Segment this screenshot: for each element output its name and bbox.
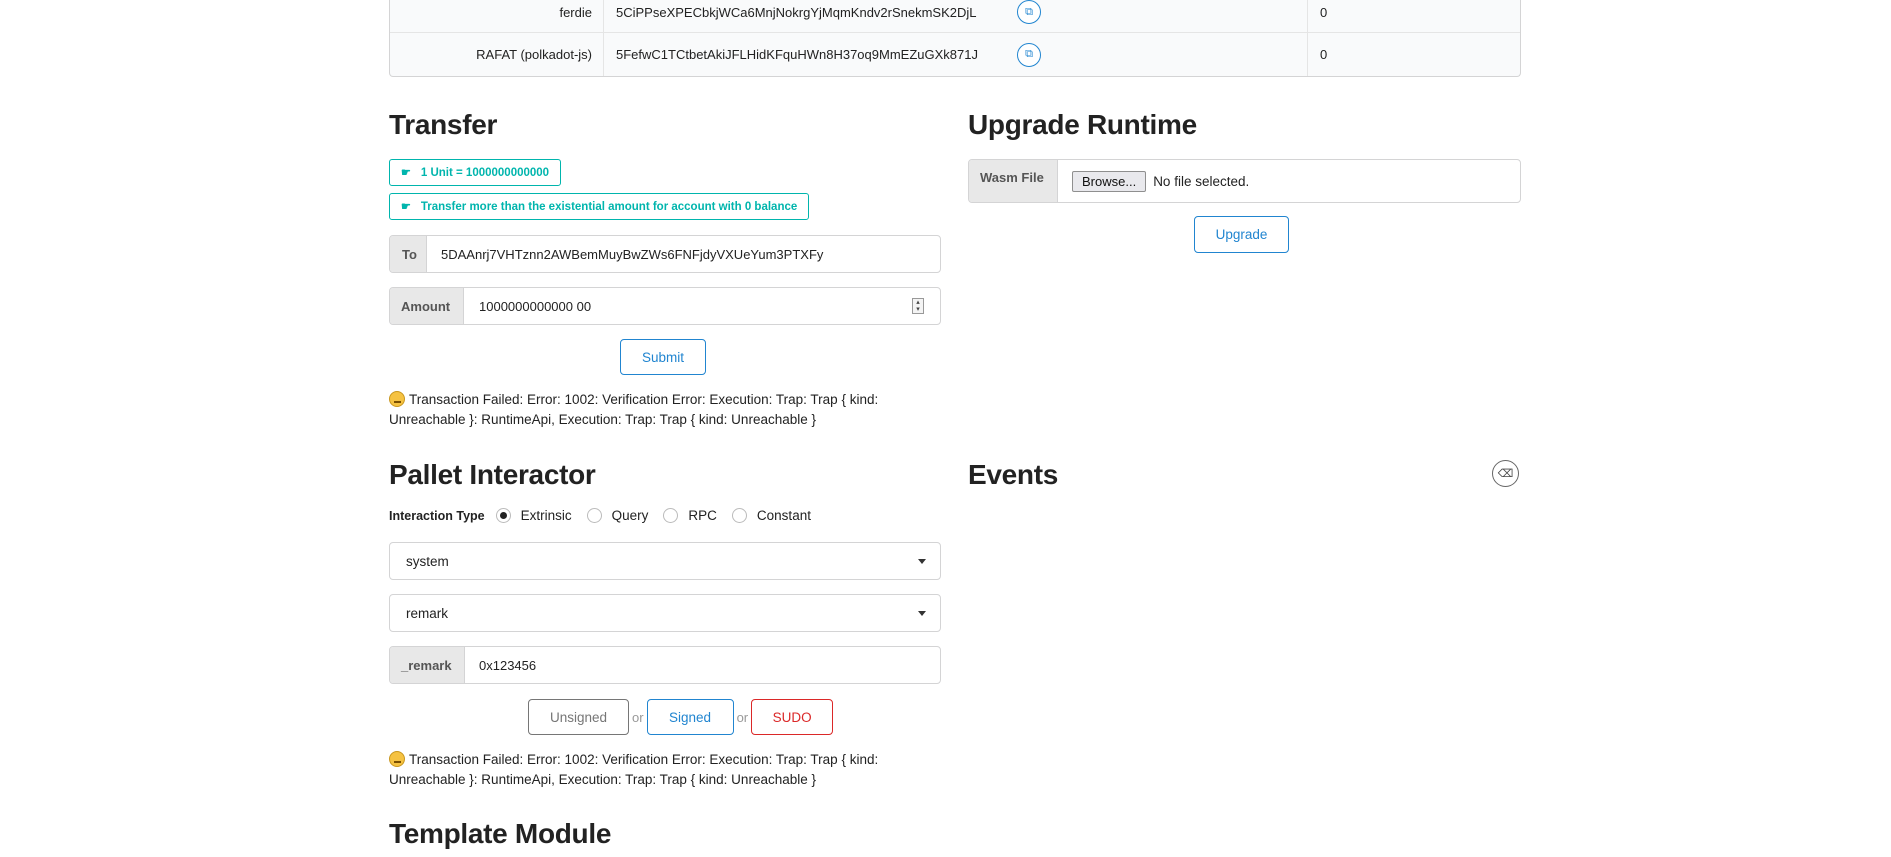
- radio-unchecked-icon[interactable]: [586, 508, 602, 523]
- amount-field[interactable]: Amount 1000000000000 00 ▴ ▾: [389, 287, 941, 325]
- submit-button[interactable]: Submit: [620, 339, 706, 375]
- radio-rpc[interactable]: RPC: [663, 508, 717, 523]
- transfer-title: Transfer: [389, 109, 498, 140]
- callable-dropdown[interactable]: remark: [389, 594, 941, 632]
- copy-icon[interactable]: ⧉: [1017, 0, 1041, 24]
- remark-param-label: _remark: [390, 647, 465, 683]
- transaction-buttons: Unsigned or Signed or SUDO: [528, 699, 834, 735]
- radio-unchecked-icon[interactable]: [731, 508, 747, 523]
- to-input[interactable]: 5DAAnrj7VHTznn2AWBemMuyBwZWs6FNFjdyVXUeY…: [427, 236, 940, 272]
- or-separator: or: [736, 709, 749, 725]
- account-balance: 0: [1320, 47, 1328, 62]
- pallet-status: Transaction Failed: Error: 1002: Verific…: [389, 750, 949, 790]
- amount-label: Amount: [390, 288, 464, 324]
- table-row: ferdie 5CiPPseXPECbkjWCa6MnjNokrgYjMqmKn…: [390, 0, 1520, 32]
- radio-extrinsic[interactable]: Extrinsic: [495, 508, 572, 523]
- radio-constant[interactable]: Constant: [731, 508, 811, 523]
- radio-checked-icon[interactable]: [495, 508, 511, 523]
- template-module-title: Template Module: [389, 818, 612, 849]
- eraser-icon[interactable]: ⌫: [1492, 460, 1519, 487]
- account-address-cell: 5CiPPseXPECbkjWCa6MnjNokrgYjMqmKndv2rSne…: [604, 0, 1308, 32]
- pallet-status-text: Transaction Failed: Error: 1002: Verific…: [389, 752, 879, 787]
- radio-query[interactable]: Query: [586, 508, 648, 523]
- account-name: ferdie: [390, 0, 604, 32]
- unit-info-text: 1 Unit = 1000000000000: [420, 166, 550, 179]
- amount-input[interactable]: 1000000000000 00: [464, 288, 912, 324]
- events-title: Events: [968, 459, 1059, 490]
- caret-down-icon: [918, 610, 926, 616]
- to-label: To: [390, 236, 427, 272]
- number-stepper-icon[interactable]: ▴ ▾: [912, 298, 924, 314]
- transfer-status: Transaction Failed: Error: 1002: Verific…: [389, 390, 949, 430]
- account-address: 5CiPPseXPECbkjWCa6MnjNokrgYjMqmKndv2rSne…: [616, 4, 977, 20]
- interaction-type-label: Interaction Type: [389, 508, 485, 523]
- hand-point-right-icon: ☛: [401, 167, 411, 179]
- account-balance: 0: [1320, 4, 1328, 20]
- existential-info-text: Transfer more than the existential amoun…: [420, 200, 798, 213]
- unsigned-button[interactable]: Unsigned: [528, 699, 629, 735]
- to-field[interactable]: To 5DAAnrj7VHTznn2AWBemMuyBwZWs6FNFjdyVX…: [389, 235, 941, 273]
- callable-dropdown-value: remark: [406, 605, 449, 621]
- account-address: 5FefwC1TCtbetAkiJFLHidKFquHWn8H37oq9MmEZ…: [616, 47, 978, 62]
- unamused-face-icon: [389, 751, 405, 767]
- unit-info-label: ☛ 1 Unit = 1000000000000: [389, 159, 562, 186]
- pallet-interactor-title: Pallet Interactor: [389, 459, 596, 490]
- account-name: RAFAT (polkadot-js): [390, 33, 604, 76]
- table-row: RAFAT (polkadot-js) 5FefwC1TCtbetAkiJFLH…: [390, 32, 1520, 76]
- upgrade-title: Upgrade Runtime: [968, 109, 1197, 140]
- wasm-file-field: Wasm File Browse... No file selected.: [968, 159, 1521, 203]
- wasm-file-label: Wasm File: [969, 160, 1058, 202]
- hand-point-right-icon: ☛: [401, 201, 411, 213]
- pallet-dropdown-value: system: [406, 553, 449, 569]
- remark-param-field[interactable]: _remark 0x123456: [389, 646, 941, 684]
- signed-button[interactable]: Signed: [646, 699, 734, 735]
- copy-icon[interactable]: ⧉: [1017, 42, 1041, 67]
- accounts-table: ferdie 5CiPPseXPECbkjWCa6MnjNokrgYjMqmKn…: [389, 0, 1521, 77]
- sudo-button[interactable]: SUDO: [751, 699, 834, 735]
- caret-down-icon: [918, 558, 926, 564]
- transfer-status-text: Transaction Failed: Error: 1002: Verific…: [389, 392, 879, 427]
- interaction-type-group: Interaction Type Extrinsic Query RPC Con…: [389, 508, 826, 523]
- unamused-face-icon: [389, 391, 405, 407]
- radio-unchecked-icon[interactable]: [663, 508, 679, 523]
- upgrade-button[interactable]: Upgrade: [1194, 216, 1289, 253]
- pallet-dropdown[interactable]: system: [389, 542, 941, 580]
- account-address-cell: 5FefwC1TCtbetAkiJFLHidKFquHWn8H37oq9MmEZ…: [604, 33, 1308, 76]
- file-status: No file selected.: [1153, 173, 1250, 189]
- remark-param-input[interactable]: 0x123456: [465, 647, 940, 683]
- existential-info-label: ☛ Transfer more than the existential amo…: [389, 193, 810, 220]
- or-separator: or: [632, 709, 644, 725]
- browse-button[interactable]: Browse...: [1072, 170, 1147, 192]
